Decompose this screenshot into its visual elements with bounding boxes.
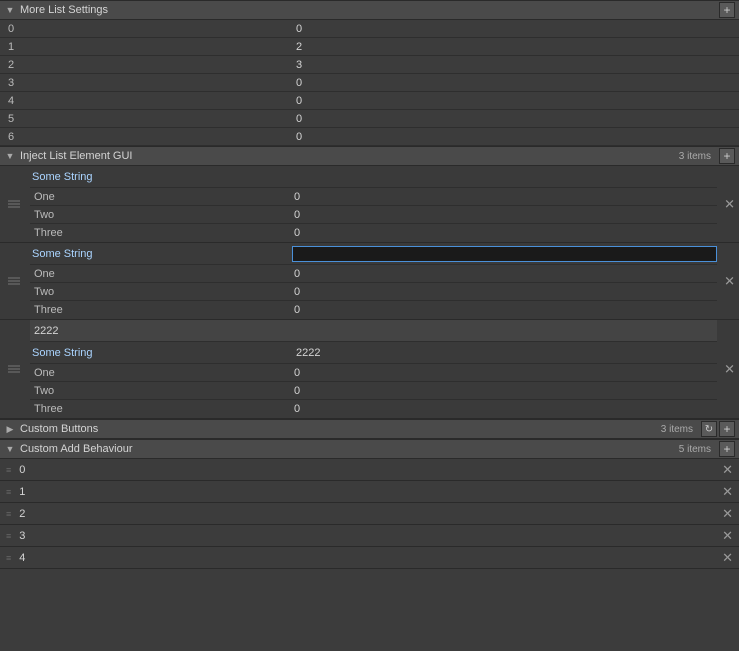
inject-string-row-1: Some String <box>30 243 717 265</box>
inject-string-label-2: Some String <box>32 347 292 359</box>
inject-sub-row-1-1: Two0 <box>30 283 717 301</box>
drag-handle-add-2[interactable]: ≡ <box>6 509 11 519</box>
more-list-settings-triangle: ▼ <box>4 4 16 16</box>
inject-sub-row-0-1: Two0 <box>30 206 717 224</box>
inject-string-label-0: Some String <box>32 171 292 183</box>
custom-buttons-title: Custom Buttons <box>20 423 661 435</box>
inject-sub-row-2-2: Three0 <box>30 400 717 418</box>
close-btn-1[interactable]: ✕ <box>724 275 735 288</box>
inject-string-row-2: Some String2222 <box>30 342 717 364</box>
close-btn-2[interactable]: ✕ <box>724 363 735 376</box>
custom-buttons-add-btn[interactable]: + <box>719 421 735 437</box>
custom-buttons-refresh-btn[interactable]: ↻ <box>701 421 717 437</box>
drag-handle-add-1[interactable]: ≡ <box>6 487 11 497</box>
custom-add-label-0: 0 <box>19 464 722 476</box>
custom-buttons-triangle: ▶ <box>4 423 16 435</box>
drag-handle-add-0[interactable]: ≡ <box>6 465 11 475</box>
inject-string-label-1: Some String <box>32 248 292 260</box>
custom-add-close-0[interactable]: ✕ <box>722 462 733 478</box>
inject-string-value-2: 2222 <box>292 347 717 359</box>
custom-add-count: 5 items <box>679 444 711 455</box>
inject-string-input-1[interactable] <box>292 246 717 262</box>
custom-add-row-0: ≡ 0 ✕ <box>0 459 739 481</box>
more-list-row-6: 60 <box>0 128 739 146</box>
inject-sub-row-1-2: Three0 <box>30 301 717 319</box>
more-list-settings-add-btn[interactable]: + <box>719 2 735 18</box>
custom-add-label-4: 4 <box>19 552 722 564</box>
more-list-settings-header[interactable]: ▼ More List Settings + <box>0 0 739 20</box>
inject-item-1: ✕ Some String One0Two0Three0 <box>0 243 739 320</box>
custom-add-label-2: 2 <box>19 508 722 520</box>
custom-add-body: ≡ 0 ✕ ≡ 1 ✕ ≡ 2 ✕ ≡ 3 ✕ ≡ 4 ✕ <box>0 459 739 569</box>
more-list-row-0: 00 <box>0 20 739 38</box>
custom-add-add-btn[interactable]: + <box>719 441 735 457</box>
custom-add-row-1: ≡ 1 ✕ <box>0 481 739 503</box>
inject-string-row-0: Some String <box>30 166 717 188</box>
more-list-row-4: 40 <box>0 92 739 110</box>
banner-row-2: 2222 <box>30 320 717 342</box>
more-list-settings-title: More List Settings <box>20 4 717 16</box>
more-list-row-3: 30 <box>0 74 739 92</box>
inject-item-2: ✕2222Some String2222One0Two0Three0 <box>0 320 739 419</box>
inject-item-0: ✕ Some String One0Two0Three0 <box>0 166 739 243</box>
custom-add-close-2[interactable]: ✕ <box>722 506 733 522</box>
custom-add-row-4: ≡ 4 ✕ <box>0 547 739 569</box>
inject-sub-row-1-0: One0 <box>30 265 717 283</box>
custom-add-label-3: 3 <box>19 530 722 542</box>
custom-add-title: Custom Add Behaviour <box>20 443 679 455</box>
custom-add-close-4[interactable]: ✕ <box>722 550 733 566</box>
custom-add-close-3[interactable]: ✕ <box>722 528 733 544</box>
more-list-row-5: 50 <box>0 110 739 128</box>
close-btn-0[interactable]: ✕ <box>724 198 735 211</box>
drag-handle-add-4[interactable]: ≡ <box>6 553 11 563</box>
custom-buttons-count: 3 items <box>661 424 693 435</box>
custom-add-row-3: ≡ 3 ✕ <box>0 525 739 547</box>
drag-handle-add-3[interactable]: ≡ <box>6 531 11 541</box>
drag-handle-0[interactable] <box>8 201 20 208</box>
custom-add-row-2: ≡ 2 ✕ <box>0 503 739 525</box>
drag-handle-1[interactable] <box>8 278 20 285</box>
inject-list-header[interactable]: ▼ Inject List Element GUI 3 items + <box>0 146 739 166</box>
inject-list-body: ✕Some StringOne0Two0Three0✕Some StringOn… <box>0 166 739 419</box>
inject-sub-row-2-1: Two0 <box>30 382 717 400</box>
more-list-settings-body: 00122330405060 <box>0 20 739 146</box>
more-list-row-1: 12 <box>0 38 739 56</box>
more-list-row-2: 23 <box>0 56 739 74</box>
inject-sub-row-0-2: Three0 <box>30 224 717 242</box>
custom-add-triangle: ▼ <box>4 443 16 455</box>
inject-list-title: Inject List Element GUI <box>20 150 679 162</box>
inject-sub-row-2-0: One0 <box>30 364 717 382</box>
inject-list-triangle: ▼ <box>4 150 16 162</box>
custom-add-header[interactable]: ▼ Custom Add Behaviour 5 items + <box>0 439 739 459</box>
custom-add-label-1: 1 <box>19 486 722 498</box>
inject-list-count: 3 items <box>679 151 711 162</box>
inject-list-add-btn[interactable]: + <box>719 148 735 164</box>
drag-handle-2[interactable] <box>8 366 20 373</box>
inject-sub-row-0-0: One0 <box>30 188 717 206</box>
custom-add-close-1[interactable]: ✕ <box>722 484 733 500</box>
custom-buttons-header[interactable]: ▶ Custom Buttons 3 items ↻ + <box>0 419 739 439</box>
